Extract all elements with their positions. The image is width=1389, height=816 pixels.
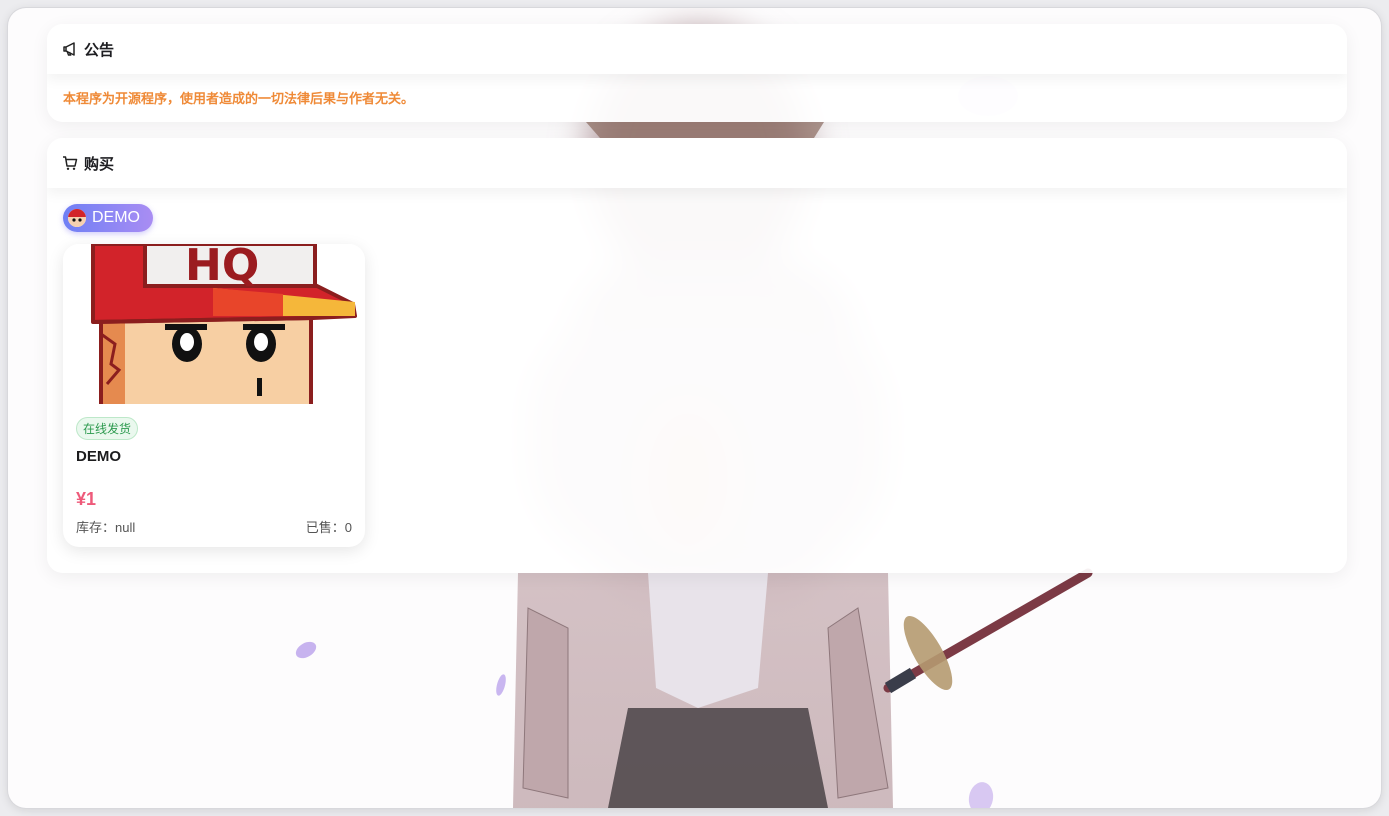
notice-panel: 公告 本程序为开源程序，使用者造成的一切法律后果与作者无关。 bbox=[47, 24, 1347, 122]
product-price: ¥1 bbox=[76, 489, 97, 509]
buy-title: 购买 bbox=[84, 155, 115, 173]
category-tag-demo[interactable]: DEMO bbox=[63, 204, 153, 232]
app-window: 公告 本程序为开源程序，使用者造成的一切法律后果与作者无关。 购买 DEMO H… bbox=[8, 8, 1381, 808]
notice-title: 公告 bbox=[84, 41, 115, 59]
product-stock: 库存：null bbox=[76, 520, 136, 535]
buy-header: 购买 bbox=[47, 138, 1347, 188]
cap-logo-text: HQ bbox=[185, 244, 259, 291]
megaphone-icon bbox=[63, 42, 75, 56]
category-label: DEMO bbox=[92, 209, 140, 226]
notice-text: 本程序为开源程序，使用者造成的一切法律后果与作者无关。 bbox=[63, 91, 415, 106]
product-image: HQ bbox=[63, 244, 365, 404]
buy-panel: 购买 DEMO HQ 在线发货 DEMO ¥1 库存：null 已售：0 bbox=[47, 138, 1347, 573]
shipping-tag: 在线发货 bbox=[76, 417, 139, 440]
cart-icon bbox=[63, 156, 78, 170]
notice-header: 公告 bbox=[47, 24, 1347, 74]
product-name: DEMO bbox=[76, 448, 121, 465]
category-avatar bbox=[68, 209, 86, 227]
product-sold: 已售：0 bbox=[305, 520, 352, 535]
product-card[interactable]: HQ 在线发货 DEMO ¥1 库存：null 已售：0 bbox=[63, 244, 365, 547]
